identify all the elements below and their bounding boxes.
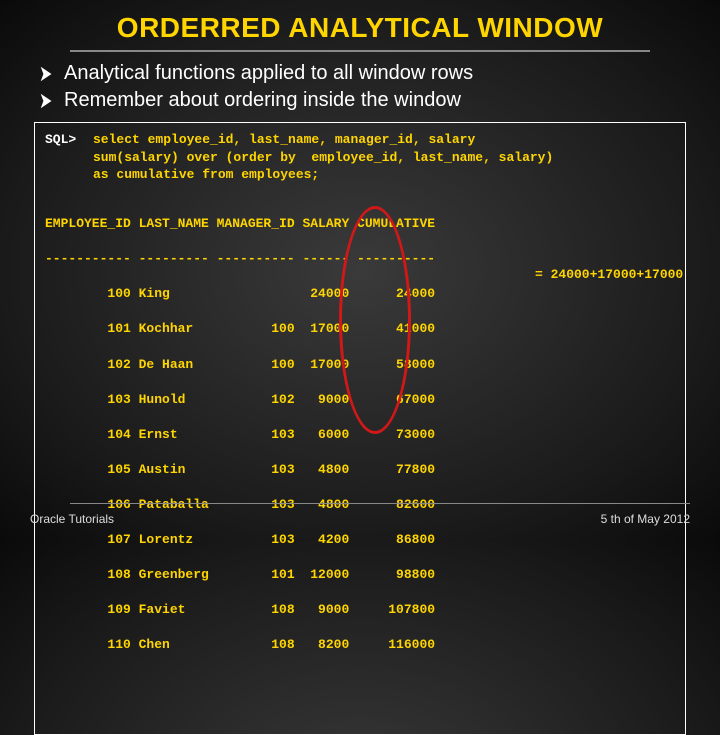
code-box: SQL> select employee_id, last_name, mana… xyxy=(34,122,686,735)
bullet-list: Analytical functions applied to all wind… xyxy=(38,62,682,112)
bullet-text: Remember about ordering inside the windo… xyxy=(64,89,461,112)
footer-divider xyxy=(70,503,690,504)
table-row: 104 Ernst 103 6000 73000 xyxy=(45,426,675,444)
table-row: 108 Greenberg 101 12000 98800 xyxy=(45,566,675,584)
table-row: 106 Pataballa 103 4800 82600 xyxy=(45,496,675,514)
chevron-right-icon xyxy=(38,65,56,83)
sql-line: sum(salary) over (order by employee_id, … xyxy=(93,149,553,167)
bullet-item: Remember about ordering inside the windo… xyxy=(38,89,682,112)
footer-left: Oracle Tutorials xyxy=(30,512,114,526)
chevron-right-icon xyxy=(38,92,56,110)
sql-indent xyxy=(45,149,93,167)
table-row: 101 Kochhar 100 17000 41000 xyxy=(45,320,675,338)
table-row: 100 King 24000 24000 xyxy=(45,285,675,303)
table-row: 110 Chen 108 8200 116000 xyxy=(45,636,675,654)
slide-title: ORDERRED ANALYTICAL WINDOW xyxy=(70,12,650,52)
sql-line: select employee_id, last_name, manager_i… xyxy=(93,131,475,149)
bullet-text: Analytical functions applied to all wind… xyxy=(64,62,473,85)
annotation-text: = 24000+17000+17000 xyxy=(535,266,683,284)
table-row: 103 Hunold 102 9000 67000 xyxy=(45,391,675,409)
sql-indent xyxy=(45,166,93,184)
footer: Oracle Tutorials 5 th of May 2012 xyxy=(0,512,720,526)
table-row: 105 Austin 103 4800 77800 xyxy=(45,461,675,479)
table-header: EMPLOYEE_ID LAST_NAME MANAGER_ID SALARY … xyxy=(45,215,675,233)
table-row: 109 Faviet 108 9000 107800 xyxy=(45,601,675,619)
result-table: EMPLOYEE_ID LAST_NAME MANAGER_ID SALARY … xyxy=(45,198,675,724)
table-row: 102 De Haan 100 17000 58000 xyxy=(45,356,675,374)
sql-line: as cumulative from employees; xyxy=(93,166,319,184)
bullet-item: Analytical functions applied to all wind… xyxy=(38,62,682,85)
sql-prompt: SQL> xyxy=(45,131,93,149)
footer-right: 5 th of May 2012 xyxy=(601,512,690,526)
